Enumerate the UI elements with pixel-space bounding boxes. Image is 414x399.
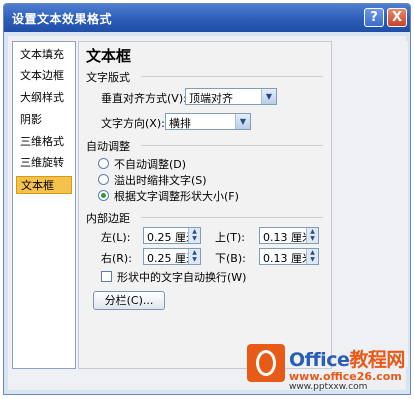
- text-direction-dropdown[interactable]: 横排 ▼: [165, 113, 251, 130]
- word-wrap-checkbox[interactable]: [101, 271, 112, 282]
- right-margin-label: 右(R):: [101, 252, 132, 265]
- watermark-url-secondary: www.pptxxw.com: [289, 382, 368, 392]
- vertical-align-dropdown[interactable]: 顶端对齐 ▼: [185, 88, 277, 105]
- text-box-settings-pane: 文本框 文字版式 垂直对齐方式(V): 顶端对齐 ▼ 文字方向(X): 横排 ▼…: [78, 41, 332, 369]
- radio-resize-shape[interactable]: [98, 190, 109, 201]
- watermark-brand: Office教程网: [289, 345, 405, 372]
- format-text-effects-dialog: 设置文本效果格式 ? X 文本填充 文本边框 大纲样式 阴影 三维格式 三维旋转…: [3, 3, 411, 395]
- vertical-align-value: 顶端对齐: [189, 92, 233, 105]
- radio-no-autofit-label: 不自动调整(D): [114, 158, 187, 171]
- radio-shrink-on-overflow-label: 溢出时缩排文字(S): [114, 174, 207, 187]
- dialog-side-area: [334, 41, 408, 367]
- bottom-margin-label: 下(B):: [215, 252, 246, 265]
- bottom-margin-spinner[interactable]: 0.13 厘米 ▲ ▼: [259, 248, 319, 265]
- right-margin-spinner[interactable]: 0.25 厘米 ▲ ▼: [143, 248, 201, 265]
- nav-item-3d-format[interactable]: 三维格式: [16, 133, 72, 151]
- left-margin-spinner[interactable]: 0.25 厘米 ▲ ▼: [143, 227, 201, 244]
- close-button[interactable]: X: [387, 8, 407, 27]
- divider: [141, 217, 323, 218]
- columns-button[interactable]: 分栏(C)...: [93, 291, 165, 310]
- divider: [141, 145, 323, 146]
- chevron-down-icon: ▼: [261, 89, 276, 104]
- margins-group-label: 内部边距: [86, 212, 130, 225]
- chevron-down-icon: ▼: [235, 114, 250, 129]
- title-bar: 设置文本效果格式 ? X: [4, 4, 410, 32]
- radio-shrink-on-overflow[interactable]: [98, 174, 109, 185]
- radio-resize-shape-label: 根据文字调整形状大小(F): [114, 190, 239, 203]
- left-margin-label: 左(L):: [101, 231, 131, 244]
- dialog-body: 文本填充 文本边框 大纲样式 阴影 三维格式 三维旋转 文本框 文本框 文字版式…: [8, 36, 408, 390]
- watermark-brand-b: 教程网: [349, 349, 405, 371]
- category-list: 文本填充 文本边框 大纲样式 阴影 三维格式 三维旋转 文本框: [12, 41, 76, 369]
- top-margin-spinner[interactable]: 0.13 厘米 ▲ ▼: [259, 227, 319, 244]
- spin-arrows-icon[interactable]: ▲ ▼: [306, 249, 318, 264]
- text-direction-label: 文字方向(X):: [101, 117, 165, 130]
- radio-no-autofit[interactable]: [98, 158, 109, 169]
- watermark-brand-a: Office: [289, 349, 350, 371]
- nav-item-text-outline[interactable]: 文本边框: [16, 67, 72, 85]
- divider: [141, 76, 323, 77]
- nav-item-3d-rotation[interactable]: 三维旋转: [16, 154, 72, 172]
- autofit-group-label: 自动调整: [86, 140, 130, 153]
- text-layout-group-label: 文字版式: [86, 71, 130, 84]
- pane-heading: 文本框: [86, 47, 132, 65]
- nav-item-text-fill[interactable]: 文本填充: [16, 46, 72, 64]
- word-wrap-label: 形状中的文字自动换行(W): [117, 271, 247, 284]
- watermark: Office教程网 www.office26.com www.pptxxw.co…: [247, 340, 407, 392]
- office-logo-icon: [247, 344, 285, 382]
- help-button[interactable]: ?: [364, 8, 384, 27]
- nav-item-shadow[interactable]: 阴影: [16, 111, 72, 129]
- spin-arrows-icon[interactable]: ▲ ▼: [188, 249, 200, 264]
- text-direction-value: 横排: [169, 117, 191, 130]
- spin-arrows-icon[interactable]: ▲ ▼: [306, 228, 318, 243]
- vertical-align-label: 垂直对齐方式(V):: [101, 92, 187, 105]
- nav-item-text-box[interactable]: 文本框: [16, 176, 72, 194]
- nav-item-outline-style[interactable]: 大纲样式: [16, 89, 72, 107]
- dialog-title: 设置文本效果格式: [12, 12, 113, 26]
- top-margin-label: 上(T):: [215, 231, 246, 244]
- spin-arrows-icon[interactable]: ▲ ▼: [188, 228, 200, 243]
